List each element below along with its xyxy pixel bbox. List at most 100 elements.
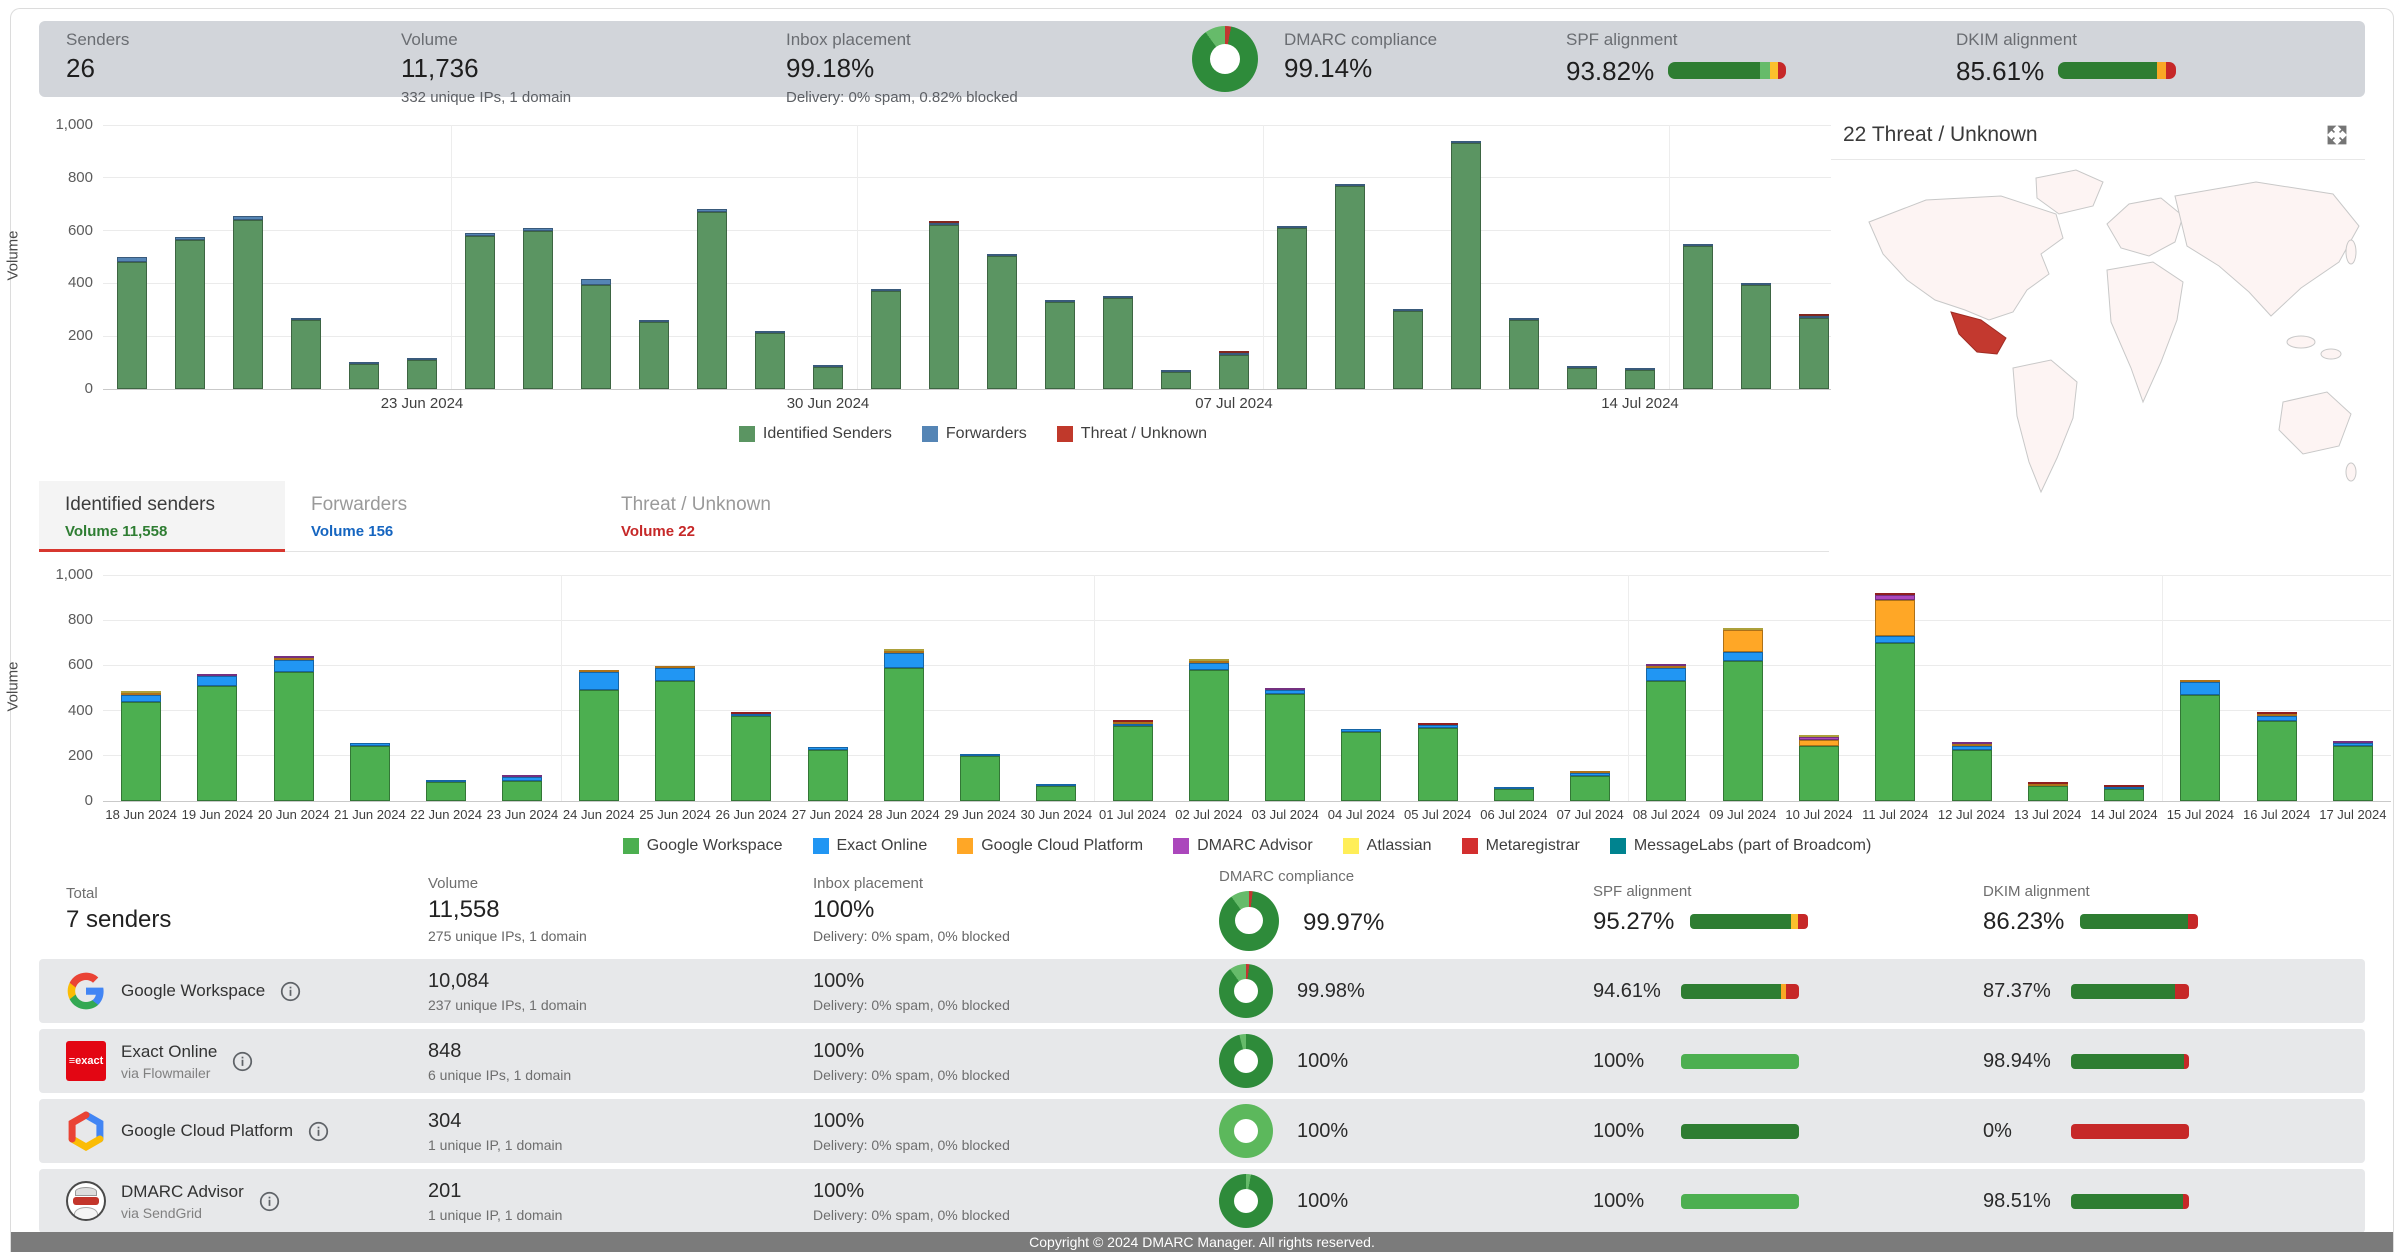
legend-item: Threat / Unknown — [1057, 425, 1207, 443]
tab-forwarders-label: Forwarders — [311, 494, 505, 516]
map-south-america — [2013, 360, 2077, 492]
senders-table: Total 7 senders Volume 11,558 275 unique… — [39, 867, 2365, 1239]
row-dkim-value: 87.37% — [1983, 980, 2055, 1003]
info-icon[interactable] — [232, 1051, 253, 1072]
info-icon[interactable] — [280, 981, 301, 1002]
row-spf-bar — [1681, 1124, 1799, 1139]
row-dkim-bar — [2071, 1054, 2189, 1069]
row-dmarc-value: 100% — [1297, 1120, 1369, 1143]
map-asia — [2175, 182, 2359, 316]
row-spf-value: 100% — [1593, 1120, 1665, 1143]
header-dkim-bar — [2080, 914, 2198, 929]
stacked-bar — [1952, 742, 1992, 801]
row-dkim-value: 98.94% — [1983, 1050, 2055, 1073]
row-spf-value: 100% — [1593, 1050, 1665, 1073]
table-row[interactable]: Google Workspace 10,084 237 unique IPs, … — [39, 959, 2365, 1023]
stacked-bar — [175, 237, 205, 389]
info-icon[interactable] — [259, 1191, 280, 1212]
threat-unknown-panel: 22 Threat / Unknown — [1831, 113, 2365, 537]
stacked-bar — [1741, 283, 1771, 389]
row-spf-bar — [1681, 984, 1799, 999]
row-dkim-bar — [2071, 984, 2189, 999]
row-volume: 10,084 — [428, 970, 813, 993]
chart-legend: Google WorkspaceExact OnlineGoogle Cloud… — [103, 837, 2391, 855]
stat-dmarc-label: DMARC compliance — [1284, 30, 1566, 50]
tab-threat-unknown[interactable]: Threat / Unknown Volume 22 — [595, 481, 841, 551]
info-icon[interactable] — [308, 1121, 329, 1142]
y-axis-tick: 600 — [21, 222, 93, 239]
y-axis-tick: 800 — [21, 611, 93, 628]
stat-inbox-sub: Delivery: 0% spam, 0.82% blocked — [786, 89, 1192, 106]
chart-legend: Identified SendersForwardersThreat / Unk… — [103, 425, 1843, 443]
y-axis-tick: 0 — [21, 380, 93, 397]
stacked-bar — [1418, 723, 1458, 801]
y-axis-tick: 200 — [21, 747, 93, 764]
row-dkim-bar — [2071, 1124, 2189, 1139]
header-total-label: Total — [66, 885, 428, 902]
stacked-bar — [2257, 712, 2297, 801]
tab-forwarders[interactable]: Forwarders Volume 156 — [285, 481, 531, 551]
stacked-bar — [808, 747, 848, 801]
legend-swatch-icon — [623, 838, 639, 854]
stat-spf-value: 93.82% — [1566, 56, 1654, 87]
sender-rows: Google Workspace 10,084 237 unique IPs, … — [39, 959, 2365, 1233]
x-axis-tick: 17 Jul 2024 — [2293, 807, 2404, 822]
stacked-bar — [731, 712, 771, 801]
map-north-america — [1869, 196, 2063, 320]
stacked-bar — [1646, 664, 1686, 801]
table-row[interactable]: DMARC Advisor via SendGrid 201 1 unique … — [39, 1169, 2365, 1233]
header-inbox-sub: Delivery: 0% spam, 0% blocked — [813, 928, 1219, 944]
legend-item: Exact Online — [813, 837, 928, 855]
legend-item: Identified Senders — [739, 425, 892, 443]
stacked-bar — [871, 289, 901, 389]
map-africa — [2107, 262, 2183, 402]
y-axis-tick: 1,000 — [21, 566, 93, 583]
header-dmarc-donut — [1219, 891, 1279, 951]
stat-dkim-alignment: DKIM alignment 85.61% — [1956, 21, 2365, 97]
stacked-bar — [291, 318, 321, 389]
tab-identified-volume: Volume 11,558 — [65, 523, 259, 540]
row-volume: 848 — [428, 1040, 813, 1063]
stacked-bar — [755, 331, 785, 389]
volume-overview-chart: 02004006008001,000Volume23 Jun 202430 Ju… — [103, 125, 1843, 443]
legend-swatch-icon — [1173, 838, 1189, 854]
legend-item: MessageLabs (part of Broadcom) — [1610, 837, 1871, 855]
stat-dmarc-compliance: DMARC compliance 99.14% — [1284, 21, 1566, 97]
dashboard-card: Senders 26 Volume 11,736 332 unique IPs,… — [10, 8, 2394, 1252]
table-row[interactable]: Google Cloud Platform 304 1 unique IP, 1… — [39, 1099, 2365, 1163]
y-axis-tick: 200 — [21, 327, 93, 344]
header-spf-label: SPF alignment — [1593, 883, 1983, 900]
dmarc-advisor-logo-icon — [66, 1181, 106, 1221]
stacked-bar — [1103, 296, 1133, 389]
stacked-bar — [1509, 318, 1539, 389]
tab-forwarders-volume: Volume 156 — [311, 523, 505, 540]
y-axis-tick: 600 — [21, 656, 93, 673]
legend-swatch-icon — [1610, 838, 1626, 854]
expand-icon[interactable] — [2325, 123, 2349, 147]
table-header-row: Total 7 senders Volume 11,558 275 unique… — [39, 867, 2365, 951]
x-axis-tick: 07 Jul 2024 — [1174, 395, 1294, 412]
table-row[interactable]: ≡exact Exact Online via Flowmailer 848 6… — [39, 1029, 2365, 1093]
legend-item: Metaregistrar — [1462, 837, 1580, 855]
row-inbox-sub: Delivery: 0% spam, 0% blocked — [813, 1207, 1219, 1223]
stacked-bar — [1335, 184, 1365, 389]
legend-swatch-icon — [957, 838, 973, 854]
threat-panel-title: 22 Threat / Unknown — [1843, 123, 2038, 147]
row-volume-sub: 1 unique IP, 1 domain — [428, 1207, 813, 1223]
tab-identified-senders[interactable]: Identified senders Volume 11,558 — [39, 481, 285, 551]
row-inbox: 100% — [813, 1110, 1219, 1133]
stat-senders-label: Senders — [66, 30, 401, 50]
header-dkim-label: DKIM alignment — [1983, 883, 2365, 900]
stat-dmarc-value: 99.14% — [1284, 53, 1566, 84]
row-dkim-bar — [2071, 1194, 2189, 1209]
stacked-bar — [579, 670, 619, 801]
stacked-bar — [1393, 309, 1423, 389]
row-volume: 201 — [428, 1180, 813, 1203]
y-axis-tick: 400 — [21, 702, 93, 719]
row-inbox-sub: Delivery: 0% spam, 0% blocked — [813, 1067, 1219, 1083]
legend-swatch-icon — [1057, 426, 1073, 442]
header-inbox-label: Inbox placement — [813, 875, 1219, 892]
stacked-bar — [1161, 370, 1191, 389]
legend-swatch-icon — [739, 426, 755, 442]
stat-volume-sub: 332 unique IPs, 1 domain — [401, 89, 786, 106]
